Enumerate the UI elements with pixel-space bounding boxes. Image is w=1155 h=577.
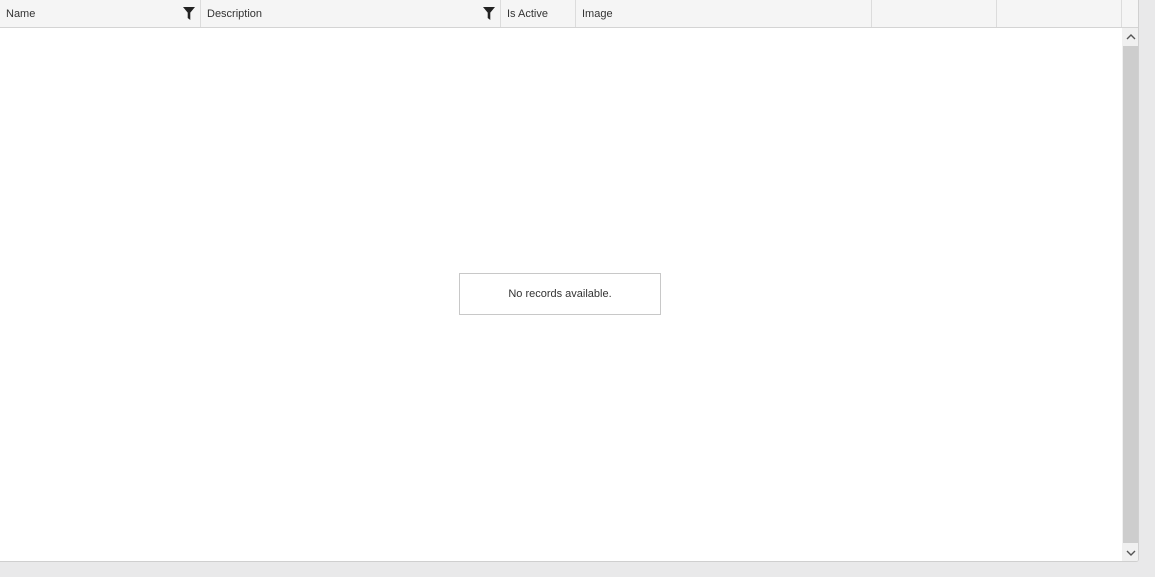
column-header-label: Image bbox=[582, 7, 613, 20]
filter-icon[interactable] bbox=[482, 6, 496, 20]
column-header-empty[interactable] bbox=[997, 0, 1122, 27]
column-header-is-active[interactable]: Is Active bbox=[501, 0, 576, 27]
column-header-name[interactable]: Name bbox=[0, 0, 201, 27]
scroll-down-button[interactable] bbox=[1122, 545, 1138, 561]
column-header-label: Description bbox=[207, 7, 263, 20]
column-header-label: Is Active bbox=[507, 7, 548, 20]
column-header-label: Name bbox=[6, 7, 36, 20]
filter-icon[interactable] bbox=[182, 6, 196, 20]
grid-header: Name Description Is Active Image bbox=[0, 0, 1138, 28]
grid-body: No records available. bbox=[0, 28, 1122, 561]
column-header-description[interactable]: Description bbox=[201, 0, 501, 27]
chevron-up-icon bbox=[1126, 34, 1135, 40]
data-grid: Name Description Is Active Image No reco… bbox=[0, 0, 1139, 562]
scroll-thumb[interactable] bbox=[1123, 46, 1138, 543]
column-header-image[interactable]: Image bbox=[576, 0, 872, 27]
chevron-down-icon bbox=[1126, 550, 1135, 556]
scroll-up-button[interactable] bbox=[1122, 28, 1138, 45]
vertical-scrollbar[interactable] bbox=[1122, 28, 1138, 561]
column-header-empty[interactable] bbox=[872, 0, 997, 27]
column-header-scroll-spacer bbox=[1122, 0, 1138, 27]
no-records-message: No records available. bbox=[459, 273, 661, 315]
